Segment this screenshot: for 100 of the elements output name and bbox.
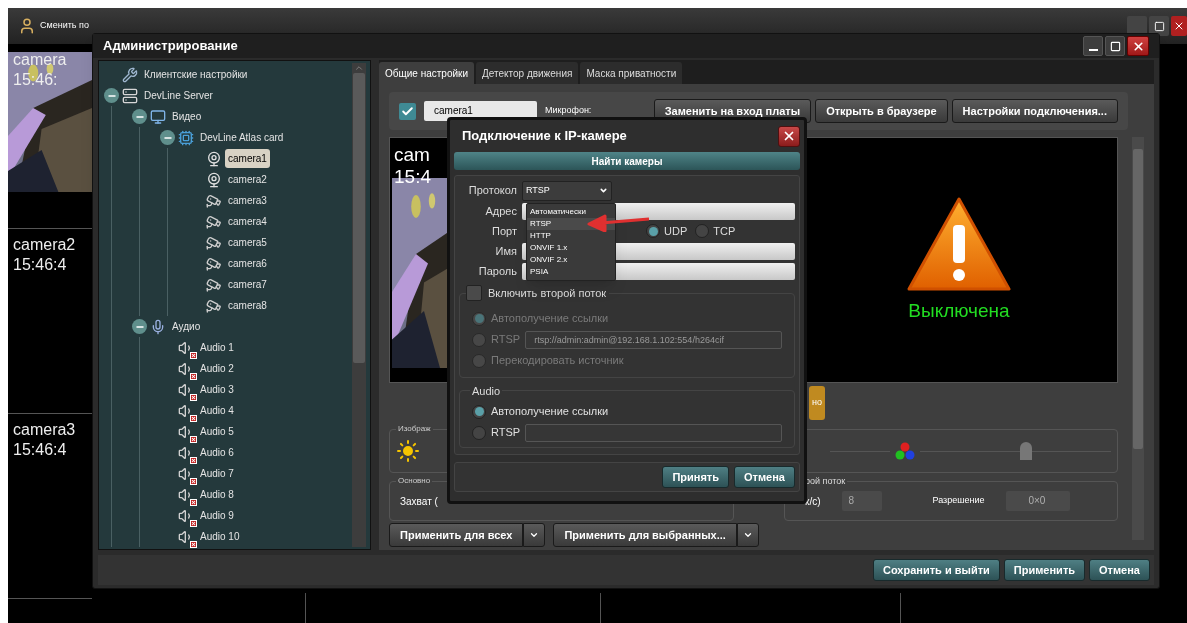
action-button[interactable]: Применить bbox=[1003, 559, 1086, 581]
tree-item[interactable]: Audio 2 bbox=[197, 359, 237, 378]
action-button[interactable]: Принять bbox=[662, 466, 730, 488]
tree-item[interactable]: Audio 9 bbox=[197, 506, 237, 525]
field-label: Адрес bbox=[484, 203, 518, 219]
tree-item[interactable]: camera5 bbox=[225, 233, 270, 252]
tree-item[interactable]: Audio 7 bbox=[197, 464, 237, 483]
tree-item[interactable]: camera6 bbox=[225, 254, 270, 273]
tab[interactable]: Детектор движения bbox=[476, 62, 579, 84]
server-icon bbox=[122, 87, 138, 104]
fps-spinbox[interactable]: 8 bbox=[842, 491, 883, 511]
status-text: Выключена bbox=[908, 298, 1010, 323]
checkbox-label: Включить второй поток bbox=[488, 286, 607, 301]
camera-name: camera2 bbox=[13, 235, 77, 255]
transport-label: TCP bbox=[713, 223, 736, 239]
maximize-icon[interactable] bbox=[1149, 16, 1169, 36]
tree-item[interactable]: camera8 bbox=[225, 296, 270, 315]
protocol-dropdown[interactable]: RTSP bbox=[522, 180, 612, 201]
caret-icon bbox=[529, 530, 540, 540]
maximize-icon[interactable] bbox=[1105, 36, 1125, 56]
collapse-icon[interactable] bbox=[132, 109, 147, 124]
close-icon[interactable] bbox=[778, 125, 800, 147]
action-button[interactable]: Применить для выбранных... bbox=[553, 523, 737, 547]
collapse-icon[interactable] bbox=[132, 319, 147, 334]
camera-time: 15:46: bbox=[13, 70, 59, 90]
field-label: Пароль bbox=[477, 263, 518, 279]
option-label: RTSP bbox=[491, 425, 521, 441]
protocol-option[interactable]: ONVIF 1.x bbox=[527, 242, 615, 254]
camera-name: camera bbox=[13, 50, 68, 70]
speaker-icon bbox=[178, 444, 194, 461]
radio-button[interactable] bbox=[472, 425, 486, 440]
tree-item[interactable]: camera4 bbox=[225, 212, 270, 231]
close-icon[interactable] bbox=[1171, 16, 1187, 36]
user-icon[interactable] bbox=[18, 17, 36, 35]
tree-item[interactable]: camera2 bbox=[225, 170, 270, 189]
option-label: Автополучение ссылки bbox=[491, 311, 609, 327]
tree-item[interactable]: camera7 bbox=[225, 275, 270, 294]
action-button[interactable]: Сохранить и выйти bbox=[873, 559, 1000, 581]
action-button[interactable]: Настройки подключения... bbox=[951, 99, 1118, 123]
scrollbar[interactable] bbox=[1132, 137, 1144, 540]
fps-label: к/с) bbox=[805, 494, 821, 509]
action-button[interactable]: Отмена bbox=[1089, 559, 1150, 581]
resolution-label: Разрешение bbox=[932, 494, 985, 508]
dropdown-button[interactable] bbox=[523, 523, 546, 547]
tree-item[interactable]: Аудио bbox=[169, 317, 204, 336]
protocol-option[interactable]: HTTP bbox=[527, 230, 615, 242]
webcam-icon bbox=[206, 150, 222, 167]
webcam-icon bbox=[206, 171, 222, 188]
resolution-dropdown[interactable]: 0×0 bbox=[1006, 491, 1071, 511]
action-button[interactable]: Отмена bbox=[734, 466, 795, 488]
tree-item[interactable]: Audio 1 bbox=[197, 338, 237, 357]
field-label: Имя bbox=[494, 243, 518, 259]
minimize-icon[interactable] bbox=[1083, 36, 1103, 56]
enable-checkbox[interactable] bbox=[399, 102, 416, 120]
caret-icon bbox=[742, 530, 753, 540]
speaker-icon bbox=[178, 507, 194, 524]
url-field[interactable] bbox=[525, 423, 782, 442]
tree-item[interactable]: Audio 5 bbox=[197, 422, 237, 441]
speaker-icon bbox=[178, 381, 194, 398]
tree-item[interactable]: DevLine Atlas card bbox=[197, 128, 287, 147]
speaker-icon bbox=[178, 339, 194, 356]
speaker-icon bbox=[178, 486, 194, 503]
tree-item[interactable]: camera3 bbox=[225, 191, 270, 210]
speaker-icon bbox=[178, 360, 194, 377]
window-title: Администрирование bbox=[103, 37, 238, 56]
arrow-annotation bbox=[587, 214, 649, 232]
tools-icon bbox=[122, 66, 138, 83]
cctv-icon bbox=[206, 297, 222, 314]
collapse-icon[interactable] bbox=[104, 88, 119, 103]
tree-item[interactable]: Видео bbox=[169, 107, 205, 126]
tree-item[interactable]: Клиентские настройки bbox=[141, 65, 251, 84]
tree-item[interactable]: Audio 6 bbox=[197, 443, 237, 462]
tab[interactable]: Общие настройки bbox=[379, 62, 474, 84]
scrollbar[interactable] bbox=[352, 63, 366, 547]
speaker-icon bbox=[178, 465, 194, 482]
group-title: Изображ bbox=[396, 423, 433, 435]
tab[interactable]: Маска приватности bbox=[580, 62, 683, 84]
transport-label: UDP bbox=[664, 223, 688, 239]
radio-button[interactable] bbox=[472, 404, 486, 419]
dialog-title: Подключение к IP-камере bbox=[462, 127, 627, 146]
protocol-option[interactable]: Автоматически bbox=[527, 206, 615, 218]
protocol-option[interactable]: ONVIF 2.x bbox=[527, 254, 615, 266]
tree-item[interactable]: Audio 3 bbox=[197, 380, 237, 399]
action-button[interactable]: Открыть в браузере bbox=[815, 99, 948, 123]
slider-thumb[interactable] bbox=[1020, 442, 1032, 460]
radio-button[interactable] bbox=[646, 224, 660, 238]
dropdown-button[interactable] bbox=[736, 523, 759, 547]
tree-item[interactable]: camera1 bbox=[225, 149, 270, 168]
tree-item[interactable]: Audio 8 bbox=[197, 485, 237, 504]
cctv-icon bbox=[206, 276, 222, 293]
collapse-icon[interactable] bbox=[160, 130, 175, 145]
toolbar-label[interactable]: Сменить по bbox=[40, 19, 89, 33]
tree-item[interactable]: Audio 10 bbox=[197, 527, 243, 546]
tree-item[interactable]: Audio 4 bbox=[197, 401, 237, 420]
tree-item[interactable]: DevLine Server bbox=[141, 86, 216, 105]
protocol-option[interactable]: PSIA bbox=[527, 266, 615, 278]
action-button[interactable]: Применить для всех bbox=[389, 523, 524, 547]
close-icon[interactable] bbox=[1127, 36, 1149, 56]
radio-button[interactable] bbox=[695, 224, 710, 238]
find-cameras-button[interactable]: Найти камеры bbox=[454, 152, 800, 170]
